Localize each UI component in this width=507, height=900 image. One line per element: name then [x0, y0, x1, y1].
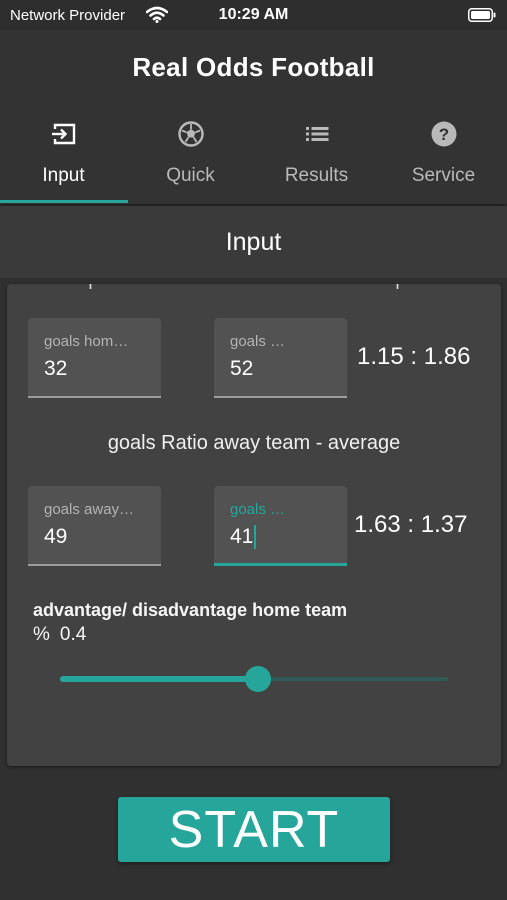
tab-input-label: Input: [42, 165, 85, 186]
goals-home-average-label: goals …: [230, 333, 286, 350]
goals-away-average-field[interactable]: goals … 41: [214, 486, 347, 566]
tab-quick[interactable]: Quick: [127, 118, 254, 204]
goals-away-value[interactable]: 49: [44, 525, 67, 549]
tab-results[interactable]: Results: [253, 118, 380, 204]
help-icon: ?: [431, 121, 456, 147]
scrolled-label-fragment: ı: [88, 284, 93, 294]
tab-input[interactable]: Input: [0, 118, 127, 204]
section-title: Input: [225, 228, 282, 256]
section-header: Input: [0, 206, 507, 278]
tab-results-label: Results: [284, 165, 349, 186]
goals-away-field[interactable]: goals away… 49: [28, 486, 161, 566]
home-ratio-result: 1.15 : 1.86: [357, 343, 471, 370]
tab-service[interactable]: ? Service: [380, 118, 507, 204]
input-icon: [51, 123, 75, 145]
tab-bar: Input Quick Results ? Service: [0, 118, 507, 204]
goals-away-average-label: goals …: [230, 501, 286, 518]
text-cursor: [254, 525, 257, 550]
soccer-ball-icon: [177, 121, 204, 147]
app-title: Real Odds Football: [132, 52, 375, 82]
scrolled-label-fragment: ı: [395, 284, 400, 294]
goals-away-label: goals away…: [44, 501, 135, 518]
goals-home-label: goals hom…: [44, 333, 129, 350]
advantage-unit: %: [33, 624, 50, 645]
goals-home-field[interactable]: goals hom… 32: [28, 318, 161, 398]
slider-thumb[interactable]: [245, 666, 271, 692]
tab-quick-label: Quick: [166, 165, 215, 186]
list-icon: [305, 127, 328, 141]
tab-service-label: Service: [411, 165, 476, 186]
goals-home-average-field[interactable]: goals … 52: [214, 318, 347, 398]
svg-text:?: ?: [438, 125, 448, 144]
input-card: ı ı goals hom… 32 goals … 52 1.15 : 1.86…: [7, 284, 501, 766]
active-tab-indicator: [0, 200, 128, 203]
status-time: 10:29 AM: [218, 6, 289, 23]
advantage-value: 0.4: [59, 624, 87, 645]
battery-icon: [468, 8, 496, 22]
away-ratio-label: goals Ratio away team - average: [107, 432, 401, 454]
goals-away-average-text: 41: [230, 525, 254, 548]
advantage-readout: % 0.4: [33, 624, 96, 646]
advantage-label: advantage/ disadvantage home team: [33, 600, 348, 620]
advantage-slider[interactable]: [60, 664, 448, 694]
away-ratio-result: 1.63 : 1.37: [354, 511, 468, 538]
status-bar: Network Provider 10:29 AM: [0, 0, 507, 30]
start-button[interactable]: START: [118, 797, 390, 862]
slider-active-track[interactable]: [60, 676, 258, 682]
app-bar: Real Odds Football Input Quick Results ?…: [0, 30, 507, 204]
goals-home-average-value[interactable]: 52: [230, 357, 253, 381]
goals-home-value[interactable]: 32: [44, 357, 67, 381]
goals-away-average-value[interactable]: 41: [230, 525, 257, 550]
